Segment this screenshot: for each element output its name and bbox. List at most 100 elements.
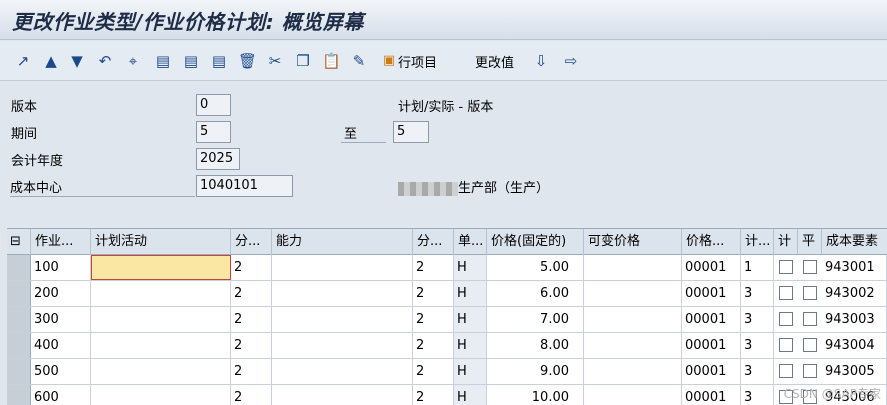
cell-distribution-2[interactable]: 2 — [413, 307, 454, 332]
select-icon[interactable]: ⌖ — [124, 49, 142, 73]
cell-activity-type[interactable]: 300 — [31, 307, 91, 332]
cell-capacity[interactable] — [272, 307, 413, 332]
paste-icon[interactable]: 📋 — [322, 49, 341, 73]
cell-price-indicator[interactable]: 3 — [741, 281, 774, 306]
import-icon[interactable]: ⇩ — [532, 49, 550, 73]
cell-distribution-2[interactable]: 2 — [413, 281, 454, 306]
plan-checkbox[interactable] — [779, 312, 793, 326]
col-price-indicator[interactable]: 计... — [741, 229, 774, 255]
cell-fixed-price[interactable]: 5.00 — [487, 255, 584, 280]
cell-variable-price[interactable] — [584, 281, 682, 306]
cell-plan-activity[interactable] — [91, 281, 231, 306]
cell-unit[interactable]: H — [454, 333, 487, 358]
cell-price-unit[interactable]: 00001 — [682, 255, 741, 280]
cell-fixed-price[interactable]: 6.00 — [487, 281, 584, 306]
plan-checkbox[interactable] — [779, 364, 793, 378]
copy-icon[interactable]: ❐ — [294, 49, 312, 73]
cell-plan-activity[interactable] — [91, 385, 231, 405]
cell-distribution-1[interactable]: 2 — [231, 307, 272, 332]
cell-activity-type[interactable]: 100 — [31, 255, 91, 280]
arrow-up-icon[interactable]: ▲ — [42, 49, 60, 73]
cell-plan-activity[interactable] — [91, 333, 231, 358]
average-checkbox[interactable] — [803, 312, 817, 326]
cell-variable-price[interactable] — [584, 385, 682, 405]
cell-price-unit[interactable]: 00001 — [682, 281, 741, 306]
col-capacity[interactable]: 能力 — [272, 229, 413, 255]
cell-cost-element[interactable]: 943005 — [822, 359, 887, 384]
cell-distribution-1[interactable]: 2 — [231, 359, 272, 384]
average-checkbox[interactable] — [803, 260, 817, 274]
cell-distribution-1[interactable]: 2 — [231, 255, 272, 280]
col-average-flag[interactable]: 平 — [798, 229, 822, 255]
row-selector[interactable] — [7, 255, 31, 280]
cell-activity-type[interactable]: 400 — [31, 333, 91, 358]
cell-unit[interactable]: H — [454, 281, 487, 306]
cell-capacity[interactable] — [272, 359, 413, 384]
col-activity-type[interactable]: 作业... — [31, 229, 91, 255]
cell-distribution-1[interactable]: 2 — [231, 385, 272, 405]
cut-icon[interactable]: ✂ — [266, 49, 284, 73]
plan-checkbox[interactable] — [779, 286, 793, 300]
line-items-button[interactable]: ▣ 行项目 — [380, 49, 437, 73]
period-from-field[interactable]: 5 — [196, 121, 231, 143]
cell-cost-element[interactable]: 943004 — [822, 333, 887, 358]
average-checkbox[interactable] — [803, 364, 817, 378]
cell-distribution-2[interactable]: 2 — [413, 333, 454, 358]
export-icon[interactable]: ⇨ — [562, 49, 580, 73]
cell-unit[interactable]: H — [454, 359, 487, 384]
cell-capacity[interactable] — [272, 281, 413, 306]
cell-fixed-price[interactable]: 8.00 — [487, 333, 584, 358]
cell-price-unit[interactable]: 00001 — [682, 333, 741, 358]
col-plan-activity[interactable]: 计划活动 — [91, 229, 231, 255]
col-distribution-1[interactable]: 分... — [231, 229, 272, 255]
col-price-unit[interactable]: 价格... — [682, 229, 741, 255]
cell-capacity[interactable] — [272, 385, 413, 405]
cell-activity-type[interactable]: 200 — [31, 281, 91, 306]
cell-activity-type[interactable]: 500 — [31, 359, 91, 384]
cell-unit[interactable]: H — [454, 385, 487, 405]
arrow-down-icon[interactable]: ▼ — [68, 49, 86, 73]
fiscal-year-field[interactable]: 2025 — [196, 148, 240, 170]
col-fixed-price[interactable]: 价格(固定的) — [487, 229, 584, 255]
cell-plan-activity[interactable] — [91, 255, 231, 280]
cell-capacity[interactable] — [272, 333, 413, 358]
cell-variable-price[interactable] — [584, 255, 682, 280]
row-selector[interactable] — [7, 385, 31, 405]
cell-price-unit[interactable]: 00001 — [682, 307, 741, 332]
cell-fixed-price[interactable]: 7.00 — [487, 307, 584, 332]
cell-variable-price[interactable] — [584, 333, 682, 358]
doc-icon[interactable]: ▤ — [210, 49, 228, 73]
col-distribution-2[interactable]: 分... — [413, 229, 454, 255]
cell-capacity[interactable] — [272, 255, 413, 280]
cell-price-indicator[interactable]: 3 — [741, 359, 774, 384]
cell-unit[interactable]: H — [454, 307, 487, 332]
cell-price-unit[interactable]: 00001 — [682, 385, 741, 405]
period-to-field[interactable]: 5 — [393, 121, 429, 143]
cell-cost-element[interactable]: 943002 — [822, 281, 887, 306]
col-cost-element[interactable]: 成本要素 — [822, 229, 887, 255]
delete-icon[interactable]: 🗑 — [238, 49, 257, 73]
cell-variable-price[interactable] — [584, 307, 682, 332]
col-variable-price[interactable]: 可变价格 — [584, 229, 682, 255]
undo-icon[interactable]: ↶ — [96, 49, 114, 73]
cell-unit[interactable]: H — [454, 255, 487, 280]
cell-cost-element[interactable]: 943001 — [822, 255, 887, 280]
change-value-button[interactable]: 更改值 — [475, 49, 514, 73]
version-field[interactable]: 0 — [196, 94, 231, 116]
cell-distribution-2[interactable]: 2 — [413, 385, 454, 405]
cell-distribution-1[interactable]: 2 — [231, 281, 272, 306]
edit-icon[interactable]: ✎ — [350, 49, 368, 73]
average-checkbox[interactable] — [803, 338, 817, 352]
plan-checkbox[interactable] — [779, 260, 793, 274]
cell-activity-type[interactable]: 600 — [31, 385, 91, 405]
cell-plan-activity[interactable] — [91, 359, 231, 384]
cell-price-indicator[interactable]: 3 — [741, 385, 774, 405]
chart-icon[interactable]: ↗ — [14, 49, 32, 73]
doc-icon[interactable]: ▤ — [154, 49, 172, 73]
col-plan-flag[interactable]: 计 — [774, 229, 798, 255]
row-selector[interactable] — [7, 333, 31, 358]
cell-fixed-price[interactable]: 9.00 — [487, 359, 584, 384]
plan-checkbox[interactable] — [779, 338, 793, 352]
col-unit[interactable]: 单... — [454, 229, 487, 255]
cell-distribution-2[interactable]: 2 — [413, 359, 454, 384]
